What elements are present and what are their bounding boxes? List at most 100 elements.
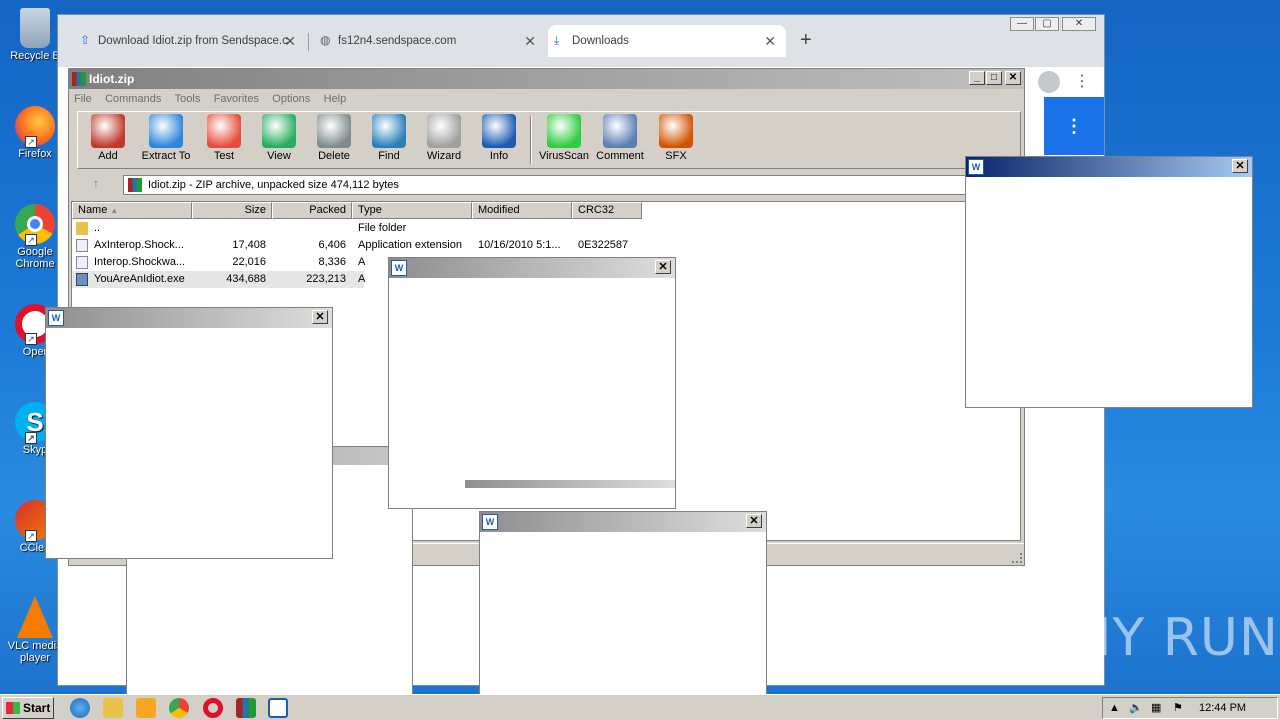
downloads-menu-icon[interactable]: ⋮: [1044, 97, 1104, 155]
window-close-button[interactable]: ✕: [1062, 17, 1096, 31]
menu-help[interactable]: Help: [319, 89, 352, 109]
tool-label: View: [267, 150, 291, 162]
window-title: Idiot.zip: [89, 72, 135, 86]
info-icon: [482, 114, 516, 148]
popup-title-bar: W ✕: [480, 512, 766, 532]
popup-title-bar: W ✕: [46, 308, 332, 328]
cell-packed: 223,213: [306, 273, 346, 285]
menu-options[interactable]: Options: [267, 89, 315, 109]
menu-commands[interactable]: Commands: [100, 89, 166, 109]
column-header-label: Size: [244, 204, 266, 216]
winrar-taskbar-icon[interactable]: [236, 698, 256, 718]
sfx-button[interactable]: SFX: [648, 114, 704, 162]
cell-type: Application extension: [358, 239, 462, 251]
table-row-selected[interactable]: YouAreAnIdiot.exe 434,688 223,213 A: [72, 271, 365, 288]
upload-arrow-icon: ⇧: [80, 33, 91, 47]
tool-label: Find: [378, 150, 400, 162]
comment-icon: [603, 114, 637, 148]
explorer-taskbar-icon[interactable]: [103, 698, 123, 718]
extract-to-button[interactable]: Extract To: [138, 114, 194, 162]
find-button[interactable]: Find: [361, 114, 417, 162]
cell-modified: 10/16/2010 5:1...: [478, 239, 561, 251]
start-button[interactable]: Start: [2, 697, 54, 719]
tab-label: Downloads: [572, 35, 629, 47]
tab-downloads[interactable]: ⤓ Downloads ✕: [548, 25, 786, 57]
new-tab-button[interactable]: +: [800, 29, 812, 52]
winrar-maximize-button[interactable]: □: [986, 71, 1002, 85]
popup-close-button[interactable]: ✕: [746, 514, 762, 528]
shortcut-arrow-icon: ↗: [25, 432, 37, 444]
table-row[interactable]: .. File folder: [72, 220, 1020, 237]
desktop-icon-label: Oper: [22, 346, 48, 358]
menu-favorites[interactable]: Favorites: [209, 89, 264, 109]
delete-button[interactable]: Delete: [306, 114, 362, 162]
clock[interactable]: 12:44 PM: [1199, 698, 1246, 718]
winrar-address-bar: ↑ Idiot.zip - ZIP archive, unpacked size…: [73, 173, 1021, 197]
column-header-label: Modified: [478, 204, 520, 216]
winrar-close-button[interactable]: ✕: [1005, 71, 1021, 85]
archive-path-field[interactable]: Idiot.zip - ZIP archive, unpacked size 4…: [123, 175, 1018, 195]
virusscan-button[interactable]: VirusScan: [536, 114, 592, 162]
tab-fs12n4[interactable]: ◍ fs12n4.sendspace.com ✕: [314, 25, 546, 57]
column-header-name[interactable]: Name ▲: [72, 202, 192, 219]
network-icon[interactable]: ▦: [1151, 698, 1161, 718]
tool-label: Extract To: [141, 150, 191, 162]
dll-file-icon: [76, 239, 88, 252]
popup-close-button[interactable]: ✕: [312, 310, 328, 324]
popup-window: W ✕: [479, 511, 767, 720]
tray-expand-icon[interactable]: ▲: [1109, 698, 1120, 718]
test-button[interactable]: Test: [196, 114, 252, 162]
menu-tools[interactable]: Tools: [170, 89, 206, 109]
ie-taskbar-icon[interactable]: [70, 698, 90, 718]
document-taskbar-icon[interactable]: [268, 698, 288, 718]
action-center-flag-icon[interactable]: ⚑: [1173, 698, 1183, 718]
desktop-icon-label: Skyp: [22, 444, 48, 456]
comment-button[interactable]: Comment: [592, 114, 648, 162]
tab-close-icon[interactable]: ✕: [284, 25, 296, 57]
column-header-crc32[interactable]: CRC32: [572, 202, 642, 219]
toolbar-separator: [530, 116, 532, 164]
media-player-taskbar-icon[interactable]: [136, 698, 156, 718]
folder-extract-icon: [149, 114, 183, 148]
view-button[interactable]: View: [251, 114, 307, 162]
popup-inner-titlebar: [465, 480, 675, 488]
sfx-box-icon: [659, 114, 693, 148]
tool-label: Info: [489, 150, 509, 162]
tab-close-icon[interactable]: ✕: [764, 25, 776, 57]
winrar-app-icon: [72, 72, 86, 86]
browser-menu-icon[interactable]: ⋮: [1074, 71, 1090, 91]
chrome-taskbar-icon[interactable]: [169, 698, 189, 718]
popup-window: W ✕: [388, 257, 676, 509]
tab-close-icon[interactable]: ✕: [524, 25, 536, 57]
popup-title-bar: W ✕: [389, 258, 675, 278]
tab-sendspace-download[interactable]: ⇧ Download Idiot.zip from Sendspace.c ✕: [74, 25, 306, 57]
window-maximize-button[interactable]: ▢: [1035, 17, 1059, 31]
volume-icon[interactable]: 🔈: [1129, 698, 1143, 718]
cell-type: A: [358, 256, 366, 268]
add-archive-icon: [91, 114, 125, 148]
column-header-size[interactable]: Size: [192, 202, 272, 219]
wizard-button[interactable]: Wizard: [416, 114, 472, 162]
column-header-modified[interactable]: Modified: [472, 202, 572, 219]
column-header-label: CRC32: [578, 204, 615, 216]
column-header-type[interactable]: Type: [352, 202, 472, 219]
popup-close-button[interactable]: ✕: [1232, 159, 1248, 173]
popup-close-button[interactable]: ✕: [655, 260, 671, 274]
opera-taskbar-icon[interactable]: [203, 698, 223, 718]
add-button[interactable]: Add: [80, 114, 136, 162]
archive-path-text: Idiot.zip - ZIP archive, unpacked size 4…: [148, 179, 399, 191]
cell-size: 17,408: [232, 239, 266, 251]
profile-avatar-icon[interactable]: [1038, 71, 1060, 93]
window-minimize-button[interactable]: —: [1010, 17, 1034, 31]
recycle-bin-icon: [20, 8, 50, 48]
tool-label: SFX: [665, 150, 687, 162]
globe-icon: ◍: [320, 33, 331, 47]
sort-ascending-icon: ▲: [110, 206, 119, 215]
column-header-packed[interactable]: Packed: [272, 202, 352, 219]
up-folder-button[interactable]: ↑: [77, 175, 115, 195]
info-button[interactable]: Info: [471, 114, 527, 162]
menu-file[interactable]: File: [69, 89, 97, 109]
winrar-minimize-button[interactable]: _: [969, 71, 985, 85]
table-row[interactable]: AxInterop.Shock... 17,408 6,406 Applicat…: [72, 237, 1020, 254]
column-header-label: Name: [78, 204, 108, 216]
